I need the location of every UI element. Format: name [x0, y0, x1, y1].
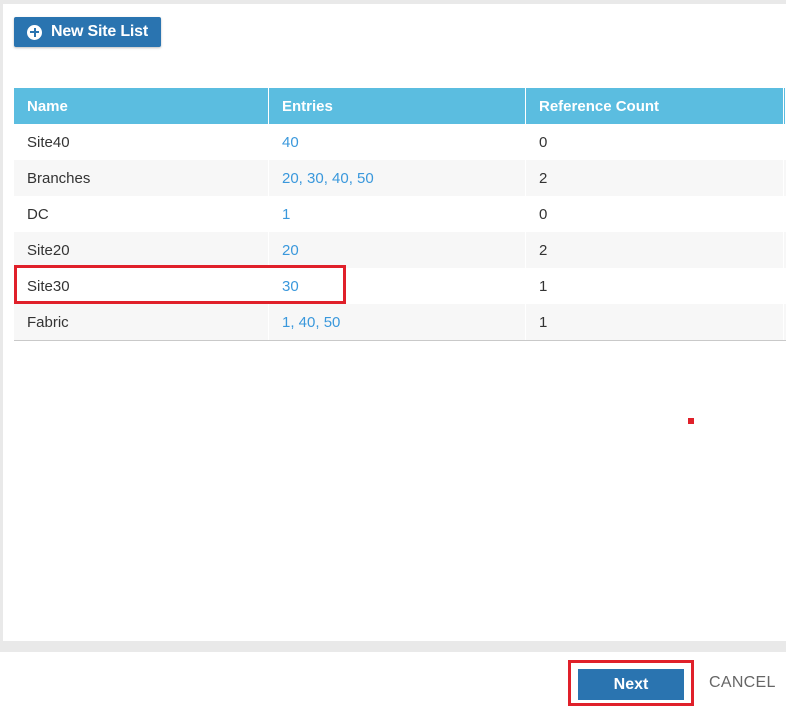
table-bottom-border — [14, 340, 786, 341]
cell-name: Branches — [14, 160, 269, 196]
cell-entries-link[interactable]: 20 — [282, 242, 299, 259]
cell-reference-count: 1 — [526, 304, 784, 340]
next-button[interactable]: Next — [578, 669, 684, 700]
cell-reference-count: 2 — [526, 160, 784, 196]
cell-entries-link[interactable]: 1 — [282, 206, 290, 223]
cell-name: Fabric — [14, 304, 269, 340]
cell-reference-count: 0 — [526, 196, 784, 232]
cell-reference-count: 2 — [526, 232, 784, 268]
cancel-button[interactable]: CANCEL — [709, 674, 776, 692]
column-header-name[interactable]: Name — [14, 88, 269, 124]
table-row[interactable]: Site20 20 2 — [14, 232, 786, 268]
column-header-reference-count[interactable]: Reference Count — [526, 88, 784, 124]
cell-entries-link[interactable]: 40 — [282, 134, 299, 151]
cell-entries-link[interactable]: 20, 30, 40, 50 — [282, 170, 374, 187]
table-row[interactable]: Branches 20, 30, 40, 50 2 — [14, 160, 786, 196]
cell-entries-link[interactable]: 1, 40, 50 — [282, 314, 340, 331]
cell-reference-count: 0 — [526, 124, 784, 160]
new-site-list-label: New Site List — [51, 23, 148, 40]
plus-circle-icon — [27, 24, 42, 40]
table-row[interactable]: Fabric 1, 40, 50 1 — [14, 304, 786, 340]
new-site-list-button[interactable]: New Site List — [14, 17, 161, 47]
table-row[interactable]: Site40 40 0 — [14, 124, 786, 160]
table-header: Name Entries Reference Count — [14, 88, 786, 124]
table-row[interactable]: DC 1 0 — [14, 196, 786, 232]
cell-name: Site40 — [14, 124, 269, 160]
annotation-dot — [688, 418, 694, 424]
cell-name: Site20 — [14, 232, 269, 268]
row-highlight-box — [14, 265, 346, 304]
cell-name: DC — [14, 196, 269, 232]
column-header-entries[interactable]: Entries — [269, 88, 526, 124]
cell-reference-count: 1 — [526, 268, 784, 304]
